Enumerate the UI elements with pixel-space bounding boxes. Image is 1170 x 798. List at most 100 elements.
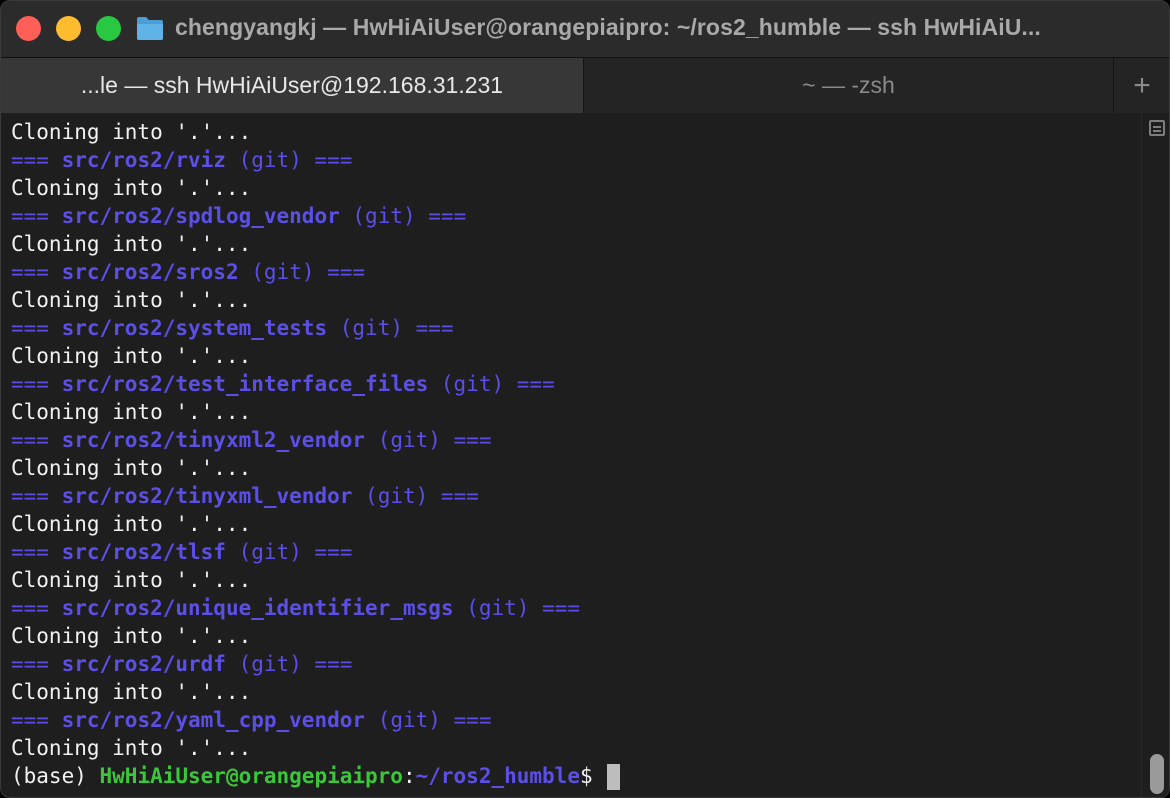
clone-text: Cloning into '.'... — [11, 176, 252, 200]
vcs-tag: (git) — [377, 708, 441, 732]
clone-line: Cloning into '.'... — [11, 230, 1141, 258]
separator: === — [428, 204, 467, 228]
terminal-output[interactable]: Cloning into '.'... === src/ros2/rviz (gi… — [1, 114, 1141, 797]
repo-path: src/ros2/urdf — [61, 652, 226, 676]
separator: === — [542, 596, 580, 620]
separator: === — [11, 148, 49, 172]
repo-header-line: === src/ros2/tlsf (git) === — [11, 538, 1141, 566]
repo-header-line: === src/ros2/unique_identifier_msgs (git… — [11, 594, 1141, 622]
vcs-tag: (git) — [238, 540, 302, 564]
repo-path: src/ros2/tlsf — [61, 540, 226, 564]
repo-header-line: === src/ros2/test_interface_files (git) … — [11, 370, 1141, 398]
repo-path: src/ros2/system_tests — [61, 316, 328, 340]
repo-header-line: === src/ros2/system_tests (git) === — [11, 314, 1141, 342]
clone-text: Cloning into '.'... — [11, 680, 252, 704]
vcs-tag: (git) — [377, 428, 441, 452]
clone-text: Cloning into '.'... — [11, 456, 252, 480]
repo-path: src/ros2/sros2 — [61, 260, 239, 284]
repo-path: src/ros2/tinyxml2_vendor — [61, 428, 366, 452]
vcs-tag: (git) — [238, 652, 302, 676]
repo-path: src/ros2/rviz — [61, 148, 226, 172]
clone-text: Cloning into '.'... — [11, 344, 252, 368]
separator: === — [453, 428, 492, 452]
new-tab-button[interactable]: + — [1114, 58, 1169, 113]
repo-header-line: === src/ros2/tinyxml2_vendor (git) === — [11, 426, 1141, 454]
separator: === — [11, 372, 49, 396]
separator: === — [314, 148, 353, 172]
separator: === — [415, 316, 454, 340]
separator: === — [11, 652, 49, 676]
clone-line: Cloning into '.'... — [11, 622, 1141, 650]
clone-line: Cloning into '.'... — [11, 174, 1141, 202]
minimize-button[interactable] — [56, 16, 81, 41]
repo-header-line: === src/ros2/spdlog_vendor (git) === — [11, 202, 1141, 230]
zoom-button[interactable] — [96, 16, 121, 41]
conda-env: (base) — [11, 764, 87, 788]
prompt-line[interactable]: (base) HwHiAiUser@orangepiaipro:~/ros2_h… — [11, 762, 1141, 790]
repo-path: src/ros2/test_interface_files — [61, 372, 429, 396]
clone-text: Cloning into '.'... — [11, 288, 252, 312]
separator: === — [11, 316, 49, 340]
clone-line: Cloning into '.'... — [11, 342, 1141, 370]
tab-ssh-session[interactable]: ...le — ssh HwHiAiUser@192.168.31.231 — [1, 58, 584, 113]
clone-line: Cloning into '.'... — [11, 118, 1141, 146]
tab-bar: ...le — ssh HwHiAiUser@192.168.31.231 ~ … — [1, 57, 1169, 113]
repo-path: src/ros2/yaml_cpp_vendor — [61, 708, 366, 732]
clone-line: Cloning into '.'... — [11, 510, 1141, 538]
vcs-tag: (git) — [339, 316, 403, 340]
vcs-tag: (git) — [251, 260, 315, 284]
clone-line: Cloning into '.'... — [11, 286, 1141, 314]
vcs-tag: (git) — [352, 204, 416, 228]
clone-line: Cloning into '.'... — [11, 454, 1141, 482]
clone-text: Cloning into '.'... — [11, 736, 252, 760]
vcs-tag: (git) — [365, 484, 429, 508]
repo-header-line: === src/ros2/sros2 (git) === — [11, 258, 1141, 286]
separator: === — [314, 652, 353, 676]
plus-icon: + — [1133, 68, 1151, 102]
prompt-symbol: $ — [579, 764, 593, 788]
clone-text: Cloning into '.'... — [11, 400, 252, 424]
repo-header-line: === src/ros2/tinyxml_vendor (git) === — [11, 482, 1141, 510]
window-title: chengyangkj — HwHiAiUser@orangepiaipro: … — [175, 14, 1041, 40]
folder-icon — [137, 17, 163, 40]
clone-text: Cloning into '.'... — [11, 568, 252, 592]
text-cursor — [606, 764, 620, 790]
scroll-thumb[interactable] — [1150, 754, 1164, 794]
clone-line: Cloning into '.'... — [11, 398, 1141, 426]
repo-header-line: === src/ros2/urdf (git) === — [11, 650, 1141, 678]
separator: === — [11, 540, 49, 564]
separator: === — [11, 260, 49, 284]
vcs-tag: (git) — [440, 372, 505, 396]
separator: === — [314, 540, 353, 564]
separator: === — [327, 260, 366, 284]
separator: === — [516, 372, 555, 396]
close-button[interactable] — [16, 16, 41, 41]
clone-text: Cloning into '.'... — [11, 624, 252, 648]
repo-header-line: === src/ros2/yaml_cpp_vendor (git) === — [11, 706, 1141, 734]
separator: === — [11, 428, 49, 452]
tab-zsh[interactable]: ~ — -zsh — [584, 58, 1114, 113]
clone-text: Cloning into '.'... — [11, 120, 252, 144]
prompt-user-host: HwHiAiUser@orangepiaipro — [99, 764, 403, 788]
clone-text: Cloning into '.'... — [11, 512, 252, 536]
repo-path: src/ros2/tinyxml_vendor — [61, 484, 353, 508]
separator: === — [11, 484, 49, 508]
separator: === — [453, 708, 492, 732]
separator: === — [11, 596, 49, 620]
separator: === — [11, 708, 49, 732]
repo-path: src/ros2/unique_identifier_msgs — [61, 596, 454, 620]
title-bar[interactable]: chengyangkj — HwHiAiUser@orangepiaipro: … — [1, 1, 1169, 57]
list-icon[interactable] — [1149, 120, 1165, 136]
clone-line: Cloning into '.'... — [11, 566, 1141, 594]
repo-path: src/ros2/spdlog_vendor — [61, 204, 340, 228]
prompt-colon: : — [402, 764, 416, 788]
separator: === — [440, 484, 479, 508]
scrollbar[interactable] — [1141, 114, 1169, 797]
clone-line: Cloning into '.'... — [11, 734, 1141, 762]
vcs-tag: (git) — [466, 596, 530, 620]
prompt-cwd: ~/ros2_humble — [415, 764, 580, 788]
separator: === — [11, 204, 49, 228]
repo-header-line: === src/ros2/rviz (git) === — [11, 146, 1141, 174]
terminal-window: chengyangkj — HwHiAiUser@orangepiaipro: … — [0, 0, 1170, 798]
clone-line: Cloning into '.'... — [11, 678, 1141, 706]
